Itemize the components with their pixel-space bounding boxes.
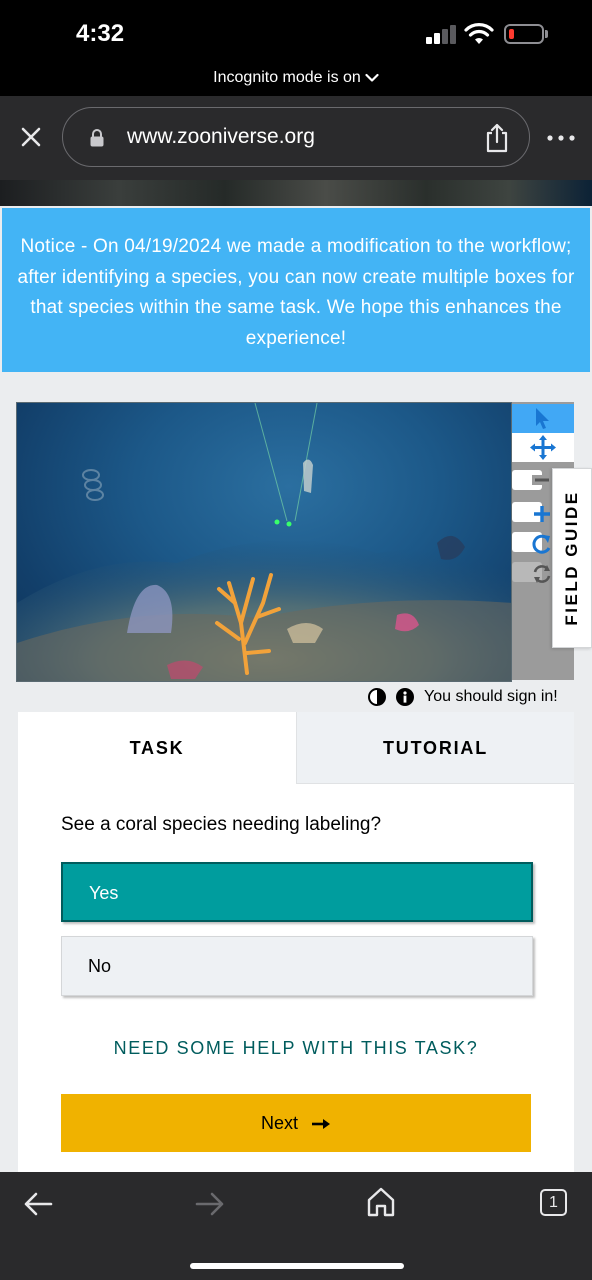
task-panel: TASK TUTORIAL See a coral species needin…	[18, 712, 574, 1172]
cellular-signal-icon	[426, 24, 458, 44]
contrast-icon[interactable]	[368, 688, 386, 706]
subject-image-viewer[interactable]	[16, 402, 512, 682]
help-link[interactable]: NEED SOME HELP WITH THIS TASK?	[18, 1038, 574, 1059]
status-time: 4:32	[76, 20, 125, 47]
signin-prompt[interactable]: You should sign in!	[424, 688, 558, 706]
chevron-down-icon	[365, 73, 379, 82]
annotate-tool-button[interactable]	[512, 404, 574, 433]
notice-banner: Notice - On 04/19/2024 we made a modific…	[2, 208, 590, 372]
tabs-icon[interactable]: 1	[540, 1189, 567, 1216]
tab-count: 1	[549, 1194, 558, 1211]
seafloor-image	[17, 403, 511, 681]
status-bar: 4:32	[0, 0, 592, 66]
info-icon[interactable]	[396, 688, 414, 706]
answer-no-button[interactable]: No	[61, 936, 533, 996]
reset-button[interactable]	[512, 562, 551, 583]
zoom-out-button[interactable]	[512, 470, 552, 490]
field-guide-label: FIELD GUIDE	[562, 490, 581, 626]
tab-tutorial[interactable]: TUTORIAL	[296, 712, 574, 784]
battery-cap	[545, 30, 548, 38]
more-icon[interactable]	[546, 134, 576, 142]
header-image-strip	[0, 180, 592, 206]
next-button[interactable]: Next	[61, 1094, 531, 1152]
annotate-pointer-icon	[536, 408, 549, 429]
classify-page: Notice - On 04/19/2024 we made a modific…	[0, 206, 592, 1172]
browser-toolbar: www.zooniverse.org	[0, 96, 592, 180]
signin-row: You should sign in!	[368, 684, 558, 710]
home-icon[interactable]	[366, 1186, 396, 1218]
task-question: See a coral species needing labeling?	[61, 814, 382, 835]
share-icon[interactable]	[483, 122, 511, 154]
battery-low-icon	[504, 24, 544, 44]
move-tool-button[interactable]	[512, 433, 574, 462]
lock-icon	[90, 129, 104, 147]
wifi-icon	[464, 23, 494, 44]
arrow-right-icon	[312, 1119, 331, 1130]
rotate-button[interactable]	[512, 532, 551, 554]
answer-yes-button[interactable]: Yes	[61, 862, 533, 922]
move-icon	[530, 435, 556, 460]
next-label: Next	[260, 1113, 298, 1133]
address-bar[interactable]: www.zooniverse.org	[62, 107, 530, 167]
zoom-in-button[interactable]	[512, 502, 550, 522]
incognito-banner[interactable]: Incognito mode is on	[0, 66, 592, 96]
home-indicator	[190, 1263, 404, 1269]
back-arrow-icon[interactable]	[22, 1190, 54, 1218]
url-text: www.zooniverse.org	[127, 125, 315, 148]
incognito-label: Incognito mode is on	[213, 69, 361, 86]
close-icon[interactable]	[16, 122, 46, 152]
forward-arrow-icon[interactable]	[194, 1190, 226, 1218]
field-guide-tab[interactable]: FIELD GUIDE	[552, 468, 592, 648]
tab-task[interactable]: TASK	[18, 712, 296, 784]
